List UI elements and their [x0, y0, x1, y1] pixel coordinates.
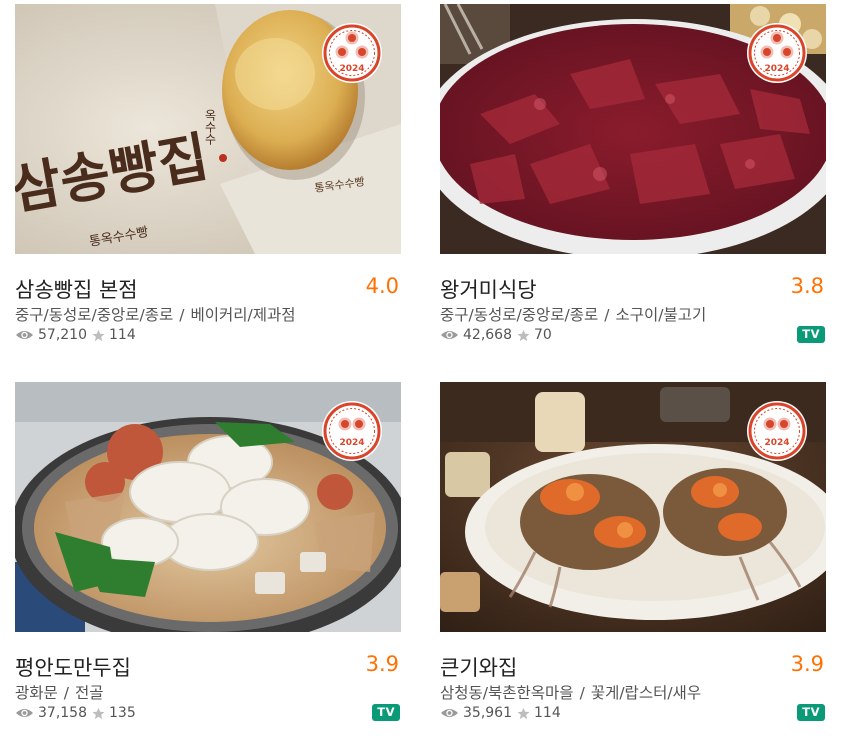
restaurant-rating: 4.0	[365, 274, 399, 298]
tv-badge[interactable]: TV	[797, 326, 825, 343]
restaurant-category: 소구이/불고기	[615, 306, 707, 324]
review-count: 114	[109, 327, 136, 343]
restaurant-location: 광화문	[15, 684, 58, 702]
restaurant-info: 평안도만두집 3.9 광화문 / 전골 37,158 135 TV	[15, 632, 401, 732]
restaurant-photo[interactable]: 2024	[440, 382, 826, 632]
restaurant-meta: 삼청동/북촌한옥마을 / 꽃게/랍스터/새우	[440, 684, 702, 702]
restaurant-location: 삼청동/북촌한옥마을	[440, 684, 574, 702]
badge-year: 2024	[339, 438, 364, 448]
review-count: 135	[109, 705, 136, 721]
restaurant-info: 삼송빵집 본점 4.0 중구/동성로/중앙로/종로 / 베이커리/제과점 57,21…	[15, 254, 401, 354]
star-icon	[517, 707, 530, 719]
restaurant-card[interactable]: 통옥수수빵 삼송빵집 옥수수 통옥수수빵 2024 삼송빵집 본점 4.0 중구…	[15, 4, 401, 354]
eye-icon	[441, 331, 458, 339]
restaurant-photo[interactable]: 2024	[440, 4, 826, 254]
badge-year: 2024	[339, 64, 364, 74]
eye-icon	[16, 331, 33, 339]
restaurant-stats: 35,961 114	[440, 705, 561, 721]
star-icon	[92, 329, 105, 341]
tv-badge[interactable]: TV	[372, 704, 400, 721]
restaurant-stats: 42,668 70	[440, 327, 552, 343]
restaurant-card[interactable]: 2024 평안도만두집 3.9 광화문 / 전골 37,158 135 TV	[15, 382, 401, 732]
star-icon	[517, 329, 530, 341]
eye-icon	[441, 709, 458, 717]
restaurant-name[interactable]: 왕거미식당	[440, 274, 537, 304]
restaurant-name[interactable]: 평안도만두집	[15, 652, 131, 682]
restaurant-rating: 3.9	[365, 652, 399, 676]
award-badge-icon: 2024	[746, 400, 808, 462]
award-badge-icon: 2024	[746, 22, 808, 84]
view-count: 35,961	[463, 705, 512, 721]
award-badge-icon: 2024	[321, 400, 383, 462]
restaurant-photo[interactable]: 2024	[15, 382, 401, 632]
restaurant-info: 왕거미식당 3.8 중구/동성로/중앙로/종로 / 소구이/불고기 42,668 7…	[440, 254, 826, 354]
restaurant-info: 큰기와집 3.9 삼청동/북촌한옥마을 / 꽃게/랍스터/새우 35,961 114…	[440, 632, 826, 732]
tv-badge[interactable]: TV	[797, 704, 825, 721]
eye-icon	[16, 709, 33, 717]
restaurant-category: 전골	[75, 684, 104, 702]
restaurant-location: 중구/동성로/중앙로/종로	[15, 306, 174, 324]
restaurant-card[interactable]: 2024 왕거미식당 3.8 중구/동성로/중앙로/종로 / 소구이/불고기 42,…	[440, 4, 826, 354]
view-count: 57,210	[38, 327, 87, 343]
restaurant-meta: 중구/동성로/중앙로/종로 / 베이커리/제과점	[15, 306, 296, 324]
restaurant-category: 꽃게/랍스터/새우	[590, 684, 702, 702]
restaurant-stats: 57,210 114	[15, 327, 136, 343]
view-count: 37,158	[38, 705, 87, 721]
restaurant-stats: 37,158 135	[15, 705, 136, 721]
restaurant-meta: 광화문 / 전골	[15, 684, 104, 702]
view-count: 42,668	[463, 327, 512, 343]
restaurant-name[interactable]: 큰기와집	[440, 652, 517, 682]
review-count: 114	[534, 705, 561, 721]
award-badge-icon: 2024	[321, 22, 383, 84]
restaurant-rating: 3.9	[790, 652, 824, 676]
restaurant-meta: 중구/동성로/중앙로/종로 / 소구이/불고기	[440, 306, 707, 324]
badge-year: 2024	[764, 64, 789, 74]
badge-year: 2024	[764, 438, 789, 448]
star-icon	[92, 707, 105, 719]
restaurant-category: 베이커리/제과점	[190, 306, 296, 324]
restaurant-rating: 3.8	[790, 274, 824, 298]
restaurant-name[interactable]: 삼송빵집 본점	[15, 274, 138, 304]
review-count: 70	[534, 327, 552, 343]
restaurant-card[interactable]: 2024 큰기와집 3.9 삼청동/북촌한옥마을 / 꽃게/랍스터/새우 35,96…	[440, 382, 826, 732]
restaurant-photo[interactable]: 통옥수수빵 삼송빵집 옥수수 통옥수수빵 2024	[15, 4, 401, 254]
restaurant-grid: 통옥수수빵 삼송빵집 옥수수 통옥수수빵 2024 삼송빵집 본점 4.0 중구…	[0, 0, 853, 751]
bag-sub-text: 옥수수	[203, 109, 217, 145]
restaurant-location: 중구/동성로/중앙로/종로	[440, 306, 599, 324]
